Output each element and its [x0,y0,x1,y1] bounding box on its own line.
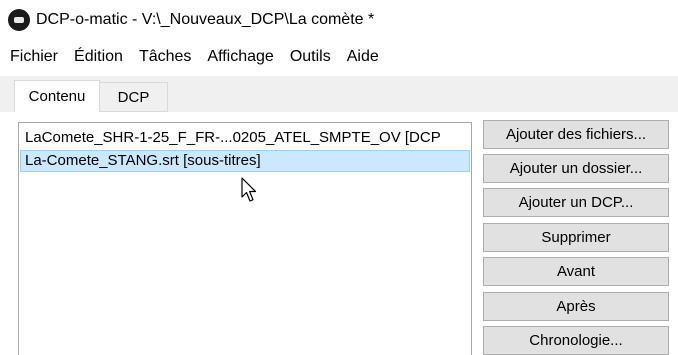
tab-contenu[interactable]: Contenu [14,80,100,113]
add-files-button[interactable]: Ajouter des fichiers... [483,120,669,149]
tab-dcp[interactable]: DCP [100,82,168,112]
remove-button[interactable]: Supprimer [483,223,669,252]
move-earlier-button[interactable]: Avant [483,257,669,286]
menu-taches[interactable]: Tâches [131,48,199,66]
menu-aide[interactable]: Aide [339,48,387,66]
add-dcp-button[interactable]: Ajouter un DCP... [483,188,669,217]
tab-strip: Contenu DCP [0,76,678,113]
menu-edition[interactable]: Édition [66,48,131,66]
list-item-selected[interactable]: La-Comete_STANG.srt [sous-titres] [20,150,470,172]
menu-bar: Fichier Édition Tâches Affichage Outils … [0,44,678,70]
title-bar: DCP-o-matic - V:\_Nouveaux_DCP\La comète… [0,0,678,40]
window-title: DCP-o-matic - V:\_Nouveaux_DCP\La comète… [36,11,375,28]
move-later-button[interactable]: Après [483,292,669,321]
list-item[interactable]: LaComete_SHR-1-25_F_FR-...0205_ATEL_SMPT… [20,127,470,149]
timeline-button[interactable]: Chronologie... [483,326,669,355]
dcp-o-matic-app-icon[interactable] [8,9,30,31]
mouse-pointer-icon [241,177,257,202]
add-folder-button[interactable]: Ajouter un dossier... [483,154,669,183]
content-list[interactable]: LaComete_SHR-1-25_F_FR-...0205_ATEL_SMPT… [18,122,472,355]
menu-outils[interactable]: Outils [282,48,339,66]
menu-affichage[interactable]: Affichage [199,48,281,66]
menu-fichier[interactable]: Fichier [0,48,66,66]
